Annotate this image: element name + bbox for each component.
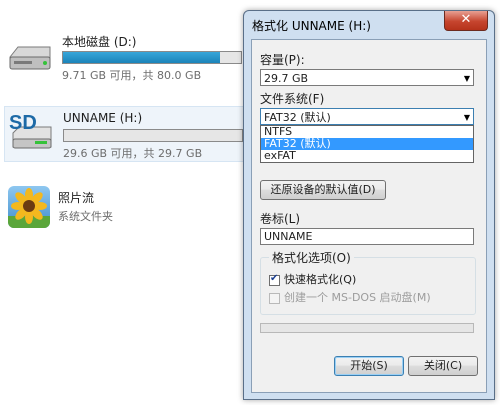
checkbox-icon: ✔	[269, 272, 280, 286]
chevron-down-icon: ▼	[463, 113, 470, 122]
capacity-select[interactable]: 29.7 GB ▼	[260, 69, 474, 86]
msdos-boot-checkbox: 创建一个 MS-DOS 启动盘(M)	[269, 289, 431, 304]
drive-usage-bar	[62, 51, 242, 64]
format-options-group: 格式化选项(O) ✔ 快速格式化(Q) 创建一个 MS-DOS 启动盘(M)	[260, 249, 476, 315]
capacity-label: 容量(P):	[260, 53, 305, 67]
quick-format-label: 快速格式化(Q)	[284, 273, 357, 286]
drive-item-d[interactable]: 本地磁盘 (D:) 9.71 GB 可用，共 80.0 GB	[4, 33, 242, 85]
drive-label: 本地磁盘 (D:)	[62, 35, 137, 49]
photo-stream-subtitle: 系统文件夹	[58, 210, 113, 223]
checkbox-icon	[269, 292, 280, 304]
format-dialog: 格式化 UNNAME (H:) ✕ 容量(P): 29.7 GB ▼ 文件系统(…	[243, 10, 495, 400]
sd-card-icon: SD	[9, 112, 52, 149]
close-icon[interactable]: ✕	[444, 11, 488, 31]
format-options-title: 格式化选项(O)	[269, 249, 354, 266]
start-button[interactable]: 开始(S)	[334, 356, 404, 376]
drive-item-h[interactable]: SD UNNAME (H:) 29.6 GB 可用，共 29.7 GB	[4, 106, 244, 162]
sd-badge: SD	[9, 112, 37, 134]
restore-defaults-button[interactable]: 还原设备的默认值(D)	[260, 180, 386, 200]
msdos-boot-label: 创建一个 MS-DOS 启动盘(M)	[284, 291, 431, 304]
drive-usage-bar	[63, 129, 243, 142]
filesystem-select[interactable]: FAT32 (默认) ▼	[260, 108, 474, 125]
filesystem-label: 文件系统(F)	[260, 92, 325, 106]
photo-stream-title: 照片流	[58, 191, 95, 205]
photo-stream-icon	[8, 186, 50, 228]
filesystem-option-exfat[interactable]: exFAT	[261, 150, 473, 162]
dialog-client-area: 容量(P): 29.7 GB ▼ 文件系统(F) FAT32 (默认) ▼ NT…	[251, 39, 487, 393]
hard-drive-icon	[9, 46, 51, 70]
drive-label: UNNAME (H:)	[63, 111, 143, 125]
photo-stream-item[interactable]: 照片流 系统文件夹	[8, 186, 238, 234]
capacity-value: 29.7 GB	[264, 72, 309, 85]
drive-free-space: 9.71 GB 可用，共 80.0 GB	[62, 69, 202, 82]
close-button[interactable]: 关闭(C)	[408, 356, 478, 376]
quick-format-checkbox[interactable]: ✔ 快速格式化(Q)	[269, 271, 357, 286]
dialog-title: 格式化 UNNAME (H:)	[252, 19, 371, 33]
filesystem-dropdown: NTFS FAT32 (默认) exFAT	[260, 125, 474, 163]
drive-free-space: 29.6 GB 可用，共 29.7 GB	[63, 147, 203, 160]
volume-label: 卷标(L)	[260, 212, 301, 226]
explorer-pane: 本地磁盘 (D:) 9.71 GB 可用，共 80.0 GB SD UNNAME…	[0, 0, 248, 405]
format-progress-bar	[260, 323, 474, 333]
volume-label-input[interactable]: UNNAME	[260, 228, 474, 245]
filesystem-value: FAT32 (默认)	[264, 111, 331, 124]
chevron-down-icon: ▼	[463, 74, 470, 83]
dialog-titlebar[interactable]: 格式化 UNNAME (H:) ✕	[244, 11, 494, 39]
